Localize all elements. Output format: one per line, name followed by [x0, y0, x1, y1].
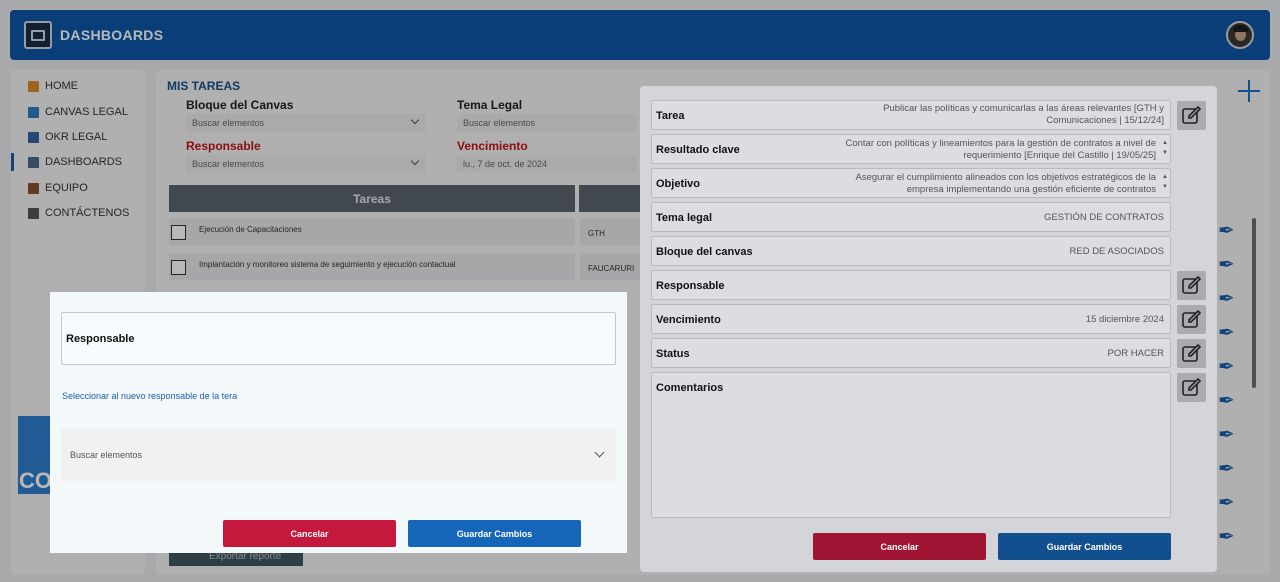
field-label: Resultado clave	[656, 144, 740, 156]
save-button[interactable]: Guardar Cambios	[408, 520, 581, 547]
field-responsable: Responsable	[651, 270, 1171, 300]
cancel-button[interactable]: Cancelar	[813, 533, 986, 560]
modal-hint: Seleccionar al nuevo responsable de la t…	[62, 391, 238, 401]
spin-arrows-icon[interactable]: ▲ ▼	[1161, 138, 1169, 158]
field-label: Status	[656, 348, 690, 360]
field-value: Contar con políticas y lineamientos para…	[845, 138, 1156, 161]
select-placeholder: Buscar elementos	[70, 450, 143, 460]
edit-comentarios-button[interactable]	[1177, 373, 1206, 402]
field-tema-legal: Tema legal GESTIÓN DE CONTRATOS	[651, 202, 1171, 232]
modal-title: Responsable	[66, 333, 135, 345]
responsable-select[interactable]: Buscar elementos	[61, 429, 616, 481]
field-status: Status POR HACER	[651, 338, 1171, 368]
field-label: Bloque del canvas	[656, 246, 753, 258]
field-label: Vencimiento	[656, 314, 721, 326]
field-comentarios[interactable]: Comentarios	[651, 372, 1171, 518]
field-value: Asegurar el cumplimiento alineados con l…	[855, 172, 1156, 195]
chevron-down-icon	[594, 447, 605, 458]
field-label: Tema legal	[656, 212, 713, 224]
field-resultado-clave[interactable]: Resultado clave Contar con políticas y l…	[651, 134, 1171, 164]
modal-title-box: Responsable	[61, 312, 616, 365]
field-value: GESTIÓN DE CONTRATOS	[1044, 212, 1164, 223]
field-value: POR HACER	[1107, 348, 1164, 359]
edit-icon	[1182, 309, 1202, 328]
edit-status-button[interactable]	[1177, 339, 1206, 368]
edit-vencimiento-button[interactable]	[1177, 305, 1206, 334]
spin-arrows-icon[interactable]: ▲ ▼	[1161, 172, 1169, 192]
field-objetivo[interactable]: Objetivo Asegurar el cumplimiento alinea…	[651, 168, 1171, 198]
field-value: 15 diciembre 2024	[1085, 314, 1164, 325]
edit-icon	[1182, 377, 1202, 396]
edit-icon	[1182, 105, 1202, 124]
save-button[interactable]: Guardar Cambios	[998, 533, 1171, 560]
responsable-modal: Responsable Seleccionar al nuevo respons…	[50, 292, 627, 553]
edit-responsable-button[interactable]	[1177, 271, 1206, 300]
edit-icon	[1182, 343, 1202, 362]
field-label: Objetivo	[656, 178, 701, 190]
field-bloque-canvas: Bloque del canvas RED DE ASOCIADOS	[651, 236, 1171, 266]
edit-tarea-button[interactable]	[1177, 101, 1206, 130]
field-value: Publicar las políticas y comunicarlas a …	[883, 103, 1164, 126]
field-label: Responsable	[656, 280, 725, 292]
field-vencimiento: Vencimiento 15 diciembre 2024	[651, 304, 1171, 334]
field-label: Tarea	[656, 110, 685, 122]
field-tarea: Tarea Publicar las políticas y comunicar…	[651, 100, 1171, 130]
edit-icon	[1182, 275, 1202, 294]
cancel-button[interactable]: Cancelar	[223, 520, 396, 547]
task-detail-panel: Tarea Publicar las políticas y comunicar…	[640, 86, 1217, 572]
field-value: RED DE ASOCIADOS	[1069, 246, 1165, 257]
field-label: Comentarios	[656, 382, 724, 394]
